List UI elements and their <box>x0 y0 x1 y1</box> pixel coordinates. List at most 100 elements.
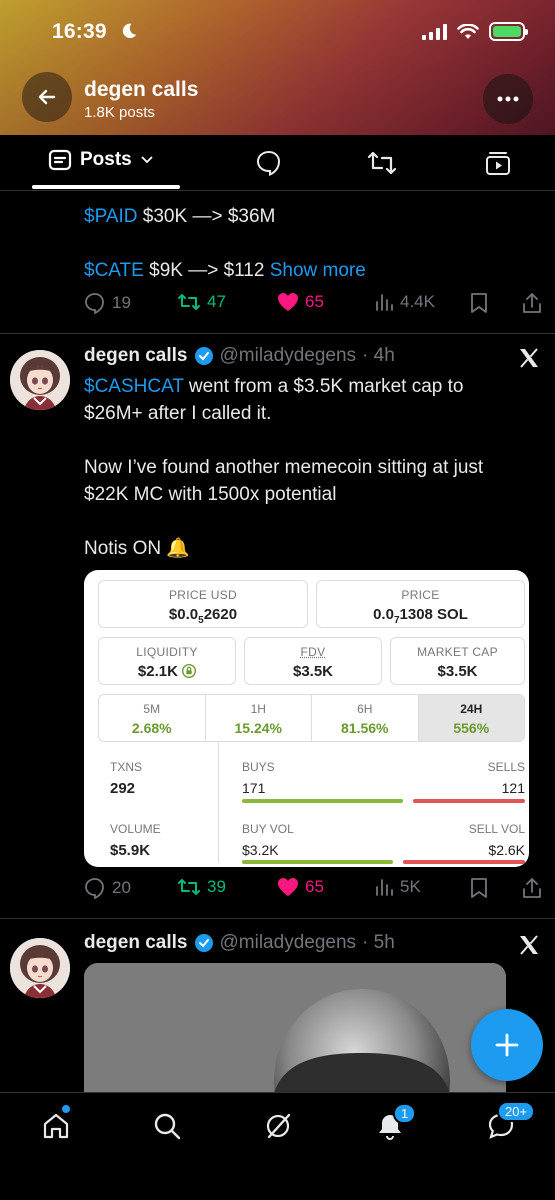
tweet-2-body-2: Now I’ve found another memecoin sitting … <box>84 457 484 505</box>
author-name[interactable]: degen calls <box>84 345 188 367</box>
sell-vol-bar <box>403 860 525 864</box>
market-cap-label: MARKET CAP <box>417 645 498 659</box>
repost-button[interactable]: 39 <box>177 877 226 897</box>
bald-man-photo-icon <box>84 963 506 1093</box>
volume-value: $5.9K <box>110 842 151 859</box>
anime-avatar-icon <box>10 350 70 410</box>
timeframe-1h[interactable]: 1H 15.24% <box>206 695 312 741</box>
timeframe-24h[interactable]: 24H 556% <box>418 695 524 741</box>
timeframe-tabs: 5M 2.68% 1H 15.24% 6H 81.56% 24H 556% <box>98 694 525 742</box>
bottom-navigation: 1 20+ <box>0 1092 555 1200</box>
price-sol-value: 0.071308 SOL <box>373 606 468 626</box>
more-options-button[interactable] <box>483 74 533 124</box>
profile-tabs: Posts <box>0 135 555 191</box>
compose-post-button[interactable] <box>471 1009 543 1081</box>
anime-avatar-icon <box>10 938 70 998</box>
repost-count: 39 <box>207 877 226 896</box>
show-more-link[interactable]: Show more <box>270 260 366 281</box>
reply-button[interactable]: 19 <box>84 292 131 314</box>
verified-badge-icon <box>194 934 213 952</box>
repost-count: 47 <box>207 292 226 311</box>
stats-divider <box>218 742 219 862</box>
notifications-badge: 1 <box>393 1103 417 1124</box>
heart-icon <box>278 878 298 896</box>
back-button[interactable] <box>22 72 72 122</box>
buy-vol-bar <box>242 860 393 864</box>
market-cap-value: $3.5K <box>437 663 478 680</box>
views-icon <box>376 879 393 896</box>
author-handle[interactable]: @miladydegens <box>220 932 357 954</box>
tab-reposts-icon[interactable] <box>367 149 397 177</box>
grok-icon[interactable] <box>263 1111 293 1141</box>
search-icon[interactable] <box>152 1111 182 1141</box>
reply-button[interactable]: 20 <box>84 877 131 899</box>
liquidity-value: $2.1K <box>99 663 235 680</box>
tweet-1-line-2-text: $9K —> $112 <box>143 260 270 281</box>
like-button[interactable]: 65 <box>277 877 324 897</box>
bookmark-icon[interactable] <box>470 877 488 899</box>
volume-label: VOLUME <box>110 822 161 836</box>
ticker-link-paid[interactable]: $PAID <box>84 206 138 227</box>
x-logo-icon <box>520 935 538 955</box>
posts-icon <box>48 149 72 171</box>
share-icon[interactable] <box>522 877 542 899</box>
repost-button[interactable]: 47 <box>177 292 226 312</box>
tweet-3-header: degen calls @miladydegens · 5h <box>84 932 395 954</box>
plus-icon <box>495 1033 519 1057</box>
buy-vol-value: $3.2K <box>242 842 279 858</box>
fdv-box: FDV $3.5K <box>244 637 382 685</box>
txns-value: 292 <box>110 780 136 797</box>
views-button[interactable]: 4.4K <box>374 292 435 312</box>
profile-title-block: degen calls 1.8K posts <box>84 78 198 121</box>
sells-value: 121 <box>501 780 525 796</box>
like-button[interactable]: 65 <box>277 292 324 312</box>
reply-icon <box>85 293 104 314</box>
post-time: · 5h <box>362 932 395 953</box>
heart-icon <box>278 293 298 311</box>
avatar[interactable] <box>10 350 70 410</box>
ticker-link-cashcat[interactable]: $CASHCAT <box>84 376 184 397</box>
avatar[interactable] <box>10 938 70 998</box>
tweet-3-image[interactable] <box>84 963 506 1093</box>
author-name[interactable]: degen calls <box>84 932 188 954</box>
lock-icon <box>182 663 197 679</box>
battery-icon <box>489 22 528 41</box>
market-cap-box: MARKET CAP $3.5K <box>390 637 525 685</box>
reply-count: 19 <box>112 293 131 312</box>
view-count: 4.4K <box>400 292 435 311</box>
tab-media-icon[interactable] <box>484 149 512 177</box>
status-indicators <box>422 22 528 41</box>
bookmark-icon[interactable] <box>470 292 488 314</box>
sells-bar <box>413 799 525 803</box>
timeframe-6h[interactable]: 6H 81.56% <box>312 695 419 741</box>
tweet-2-body-1: $CASHCAT went from a $3.5K market cap to… <box>84 373 524 427</box>
repost-icon <box>178 294 200 310</box>
liquidity-label: LIQUIDITY <box>136 645 198 659</box>
post-count: 1.8K posts <box>84 104 155 121</box>
home-icon[interactable] <box>41 1111 71 1141</box>
share-icon[interactable] <box>522 292 542 314</box>
views-button[interactable]: 5K <box>374 877 421 897</box>
moon-icon <box>122 23 137 39</box>
ticker-link-cate[interactable]: $CATE <box>84 260 144 281</box>
tweet-1-line-1-text: $30K —> $36M <box>137 206 276 227</box>
chevron-down-icon <box>141 156 153 164</box>
tweet-2-body-3: Notis ON 🔔 <box>84 538 191 559</box>
author-handle[interactable]: @miladydegens <box>220 345 357 367</box>
ellipsis-icon <box>497 96 519 102</box>
tweet-1-line-1: $PAID $30K —> $36M <box>84 203 275 230</box>
timeframe-5m[interactable]: 5M 2.68% <box>99 695 206 741</box>
price-usd-value: $0.052620 <box>168 606 238 626</box>
tab-replies-icon[interactable] <box>255 149 283 177</box>
like-count: 65 <box>305 292 324 311</box>
tweet-1-line-2: $CATE $9K —> $112 Show more <box>84 257 366 284</box>
price-usd-box: PRICE USD $0.052620 <box>98 580 308 628</box>
tweet-divider <box>0 918 555 919</box>
tab-posts[interactable]: Posts <box>48 148 154 172</box>
repost-icon <box>178 879 200 895</box>
txns-label: TXNS <box>110 760 143 774</box>
verified-badge-icon <box>194 347 213 365</box>
wifi-icon <box>457 23 479 39</box>
token-stats-card[interactable]: PRICE USD $0.052620 PRICE 0.071308 SOL L… <box>84 570 529 867</box>
x-logo-icon <box>520 348 538 368</box>
